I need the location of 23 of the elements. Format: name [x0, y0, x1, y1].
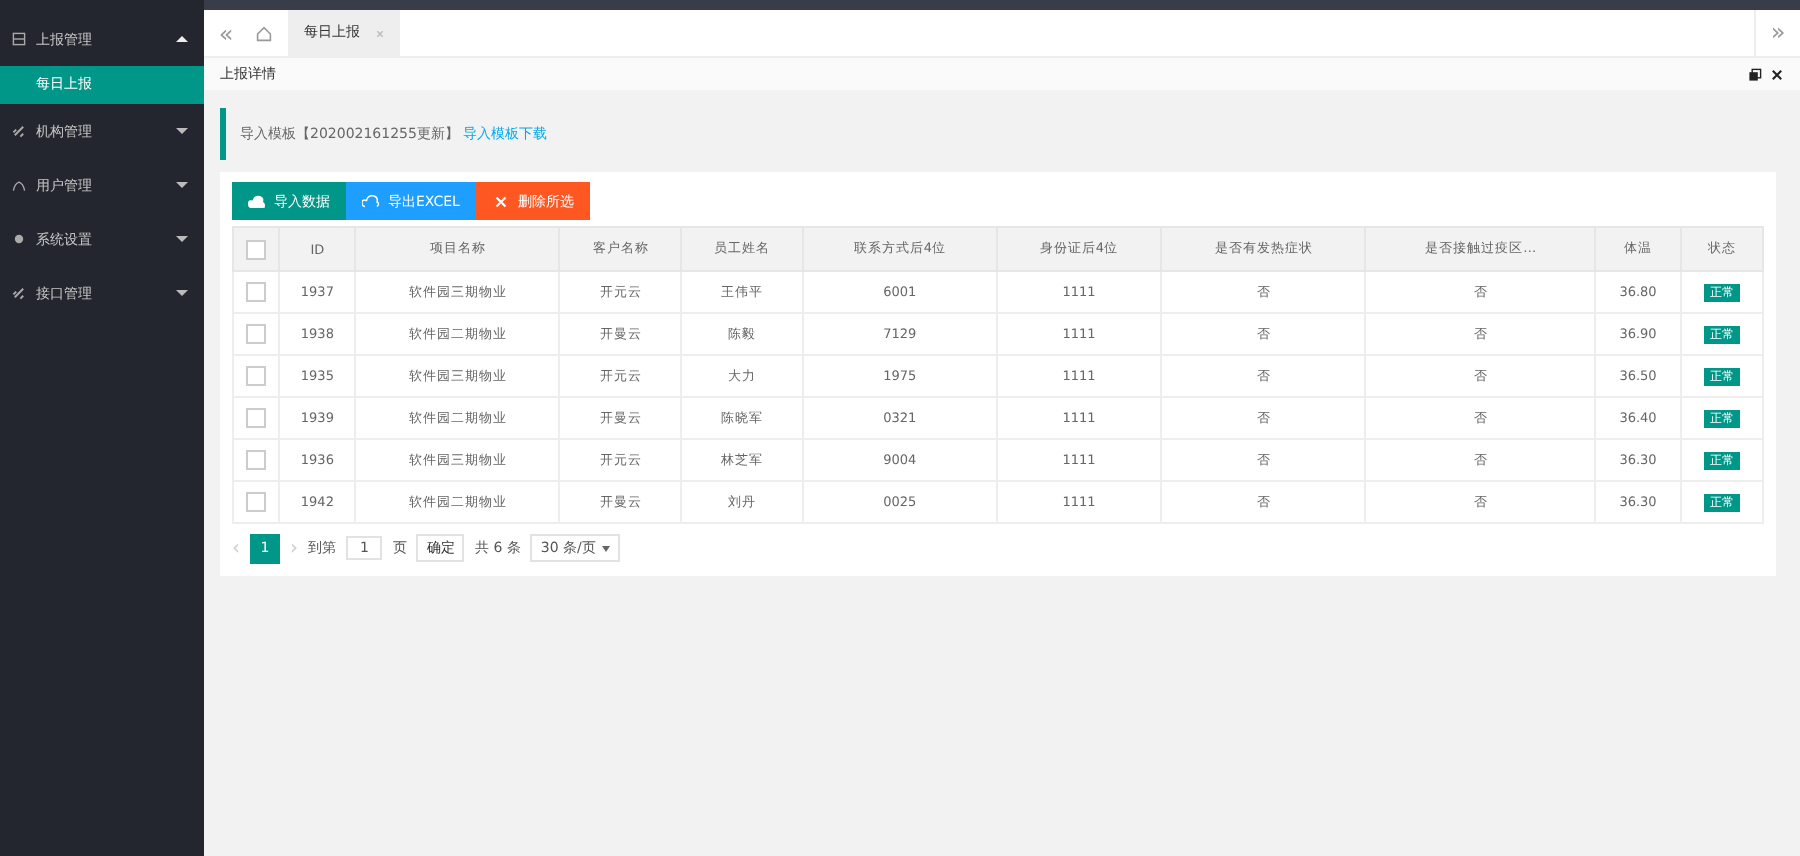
link-icon [12, 124, 26, 138]
cloud-icon [362, 193, 380, 209]
caret-icon [176, 290, 188, 296]
caret-icon [176, 128, 188, 134]
caret-icon [176, 36, 188, 42]
row-checkbox[interactable] [246, 366, 266, 386]
caret-icon [176, 182, 188, 188]
row-checkbox[interactable] [246, 492, 266, 512]
close-icon[interactable] [1770, 67, 1784, 81]
home-icon[interactable] [256, 25, 272, 41]
cloud-upload-icon [248, 193, 266, 209]
row-checkbox[interactable] [246, 324, 266, 344]
caret-icon [176, 236, 188, 242]
collapse-icon[interactable]: « [204, 19, 248, 47]
close-tab-icon[interactable] [376, 29, 384, 37]
row-checkbox[interactable] [246, 282, 266, 302]
select-all-checkbox[interactable] [246, 239, 266, 259]
window-icon[interactable] [1748, 67, 1762, 81]
cross-icon [491, 193, 510, 209]
row-checkbox[interactable] [246, 408, 266, 428]
link-icon [12, 286, 26, 300]
row-checkbox[interactable] [246, 450, 266, 470]
grid-icon [12, 32, 26, 46]
